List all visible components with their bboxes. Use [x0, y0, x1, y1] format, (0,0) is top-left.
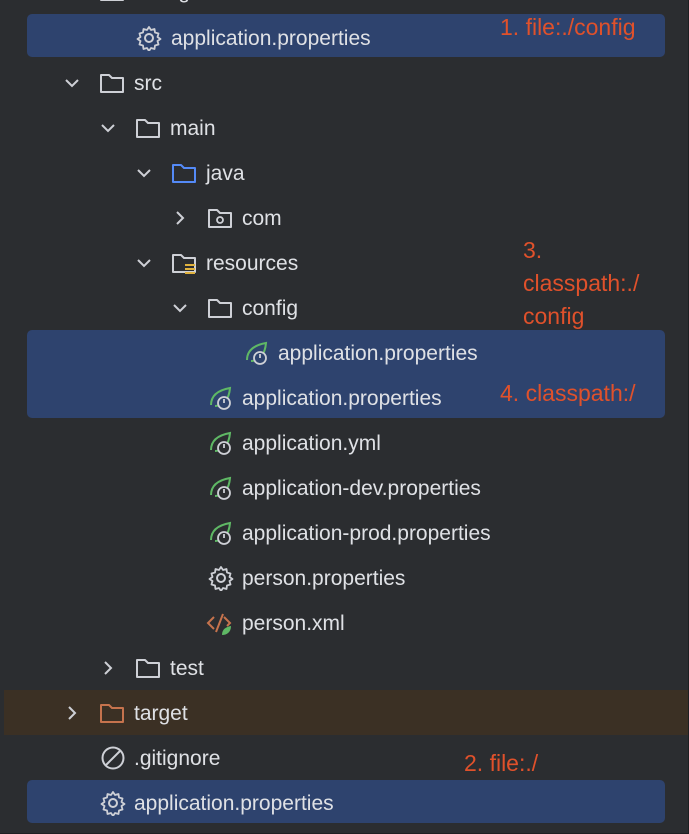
tree-row-label: application.properties: [134, 792, 334, 815]
tree-row-label: config: [134, 0, 190, 14]
folder-icon: [100, 74, 124, 93]
tree-row-test[interactable]: test: [0, 646, 688, 691]
chevron-right-icon[interactable]: [100, 660, 116, 676]
tree-row-application-prod-properties[interactable]: application-prod.properties: [0, 511, 688, 556]
tree-row-java[interactable]: java: [0, 151, 688, 196]
tree-row-label: com: [242, 207, 282, 230]
tree-row-label: main: [170, 117, 216, 140]
tree-row-root-application-properties[interactable]: application.properties: [0, 781, 688, 826]
tree-row-person-xml[interactable]: person.xml: [0, 601, 688, 646]
tree-row-application-dev-properties[interactable]: application-dev.properties: [0, 466, 688, 511]
tree-row-label: .gitignore: [134, 747, 221, 770]
package-folder-icon: [208, 209, 232, 228]
folder-icon: [208, 299, 232, 318]
tree-row-label: person.properties: [242, 567, 406, 590]
folder-icon: [100, 0, 124, 1]
tree-row-gitignore[interactable]: .gitignore: [0, 736, 688, 781]
folder-icon: [136, 119, 160, 138]
chevron-down-icon[interactable]: [136, 255, 152, 271]
tree-row-com[interactable]: com: [0, 196, 688, 241]
annotation-file-config: 1. file:./config: [500, 14, 636, 40]
spring-leaf-icon: [246, 341, 268, 365]
spring-leaf-icon: [210, 521, 232, 545]
project-tree-panel: config application.properties src main: [0, 0, 689, 833]
annotation-classpath-config-line3: config: [523, 303, 585, 329]
tree-row-person-properties[interactable]: person.properties: [0, 556, 688, 601]
spring-leaf-icon: [210, 431, 232, 455]
tree-row-label: config: [242, 297, 299, 320]
tree-row-label: person.xml: [242, 612, 345, 635]
annotation-classpath-config-line1: 3.: [523, 237, 543, 263]
spring-leaf-icon: [210, 476, 232, 500]
xml-icon: [206, 613, 232, 635]
ignore-icon: [101, 746, 125, 770]
tree-row-label: application.properties: [171, 27, 371, 50]
spring-leaf-icon: [210, 386, 232, 410]
gear-icon: [100, 791, 126, 816]
chevron-down-icon[interactable]: [136, 165, 152, 181]
annotation-classpath-root: 4. classpath:/: [500, 380, 636, 406]
tree-row-label: resources: [206, 252, 299, 275]
tree-row-classpath-config-application-properties[interactable]: application.properties: [0, 331, 688, 376]
tree-row-application-yml[interactable]: application.yml: [0, 421, 688, 466]
source-folder-icon: [172, 164, 196, 183]
chevron-down-icon[interactable]: [172, 300, 188, 316]
tree-row-label: application.properties: [242, 387, 442, 410]
chevron-right-icon[interactable]: [172, 210, 188, 226]
tree-row-src[interactable]: src: [0, 61, 688, 106]
tree-row-target[interactable]: target: [0, 691, 688, 736]
tree-row-label: target: [134, 702, 188, 725]
tree-row-label: application-dev.properties: [242, 477, 481, 500]
annotation-file-root: 2. file:./: [464, 750, 539, 776]
tree-row-label: application.properties: [278, 342, 478, 365]
chevron-right-icon[interactable]: [64, 705, 80, 721]
tree-row-label: java: [206, 162, 245, 185]
excluded-folder-icon: [100, 704, 124, 723]
tree-row-label: src: [134, 72, 162, 95]
folder-icon: [136, 659, 160, 678]
tree-row-label: application-prod.properties: [242, 522, 491, 545]
chevron-down-icon[interactable]: [100, 120, 116, 136]
resources-folder-icon: [172, 254, 196, 274]
gear-icon: [208, 566, 234, 591]
tree-row-main[interactable]: main: [0, 106, 688, 151]
annotation-classpath-config-line2: classpath:./: [523, 270, 640, 296]
chevron-down-icon[interactable]: [64, 75, 80, 91]
tree-row-label: application.yml: [242, 432, 381, 455]
gear-icon: [136, 26, 162, 51]
tree-row-label: test: [170, 657, 204, 680]
